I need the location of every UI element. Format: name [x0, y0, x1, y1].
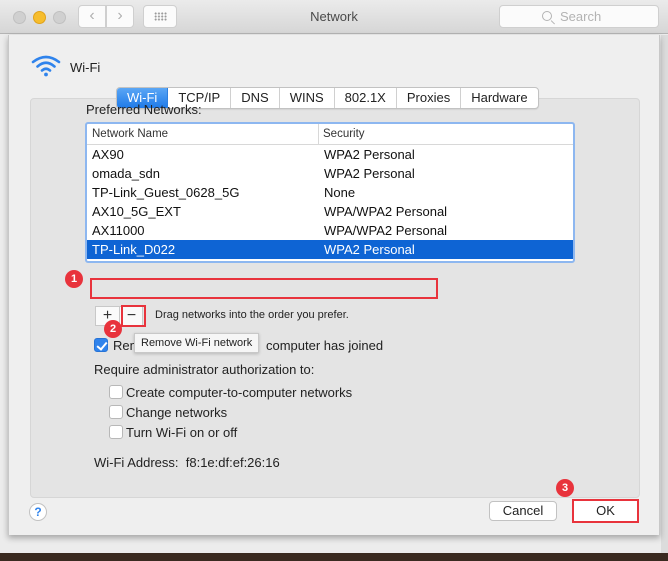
window-edge	[661, 35, 668, 553]
tab-proxies[interactable]: Proxies	[397, 88, 462, 108]
search-input[interactable]: Search	[499, 5, 659, 28]
network-name: AX90	[92, 147, 124, 162]
column-header-network-name[interactable]: Network Name	[87, 124, 319, 144]
step-badge-3: 3	[556, 479, 574, 497]
network-security: WPA/WPA2 Personal	[324, 223, 448, 238]
ok-button[interactable]: OK	[572, 499, 639, 523]
highlight-selected-row	[90, 278, 438, 299]
network-name: AX11000	[92, 223, 145, 238]
wifi-address-label: Wi-Fi Address:	[94, 455, 179, 470]
table-row[interactable]: omada_sdn WPA2 Personal	[87, 164, 573, 183]
tab-hardware[interactable]: Hardware	[461, 88, 537, 108]
change-networks-checkbox[interactable]	[109, 405, 123, 419]
interface-label: Wi-Fi	[70, 60, 101, 75]
network-security: WPA/WPA2 Personal	[324, 204, 448, 219]
help-button[interactable]: ?	[29, 503, 47, 521]
remember-networks-checkbox[interactable]	[94, 338, 108, 352]
network-name: AX10_5G_EXT	[92, 204, 181, 219]
toggle-wifi-checkbox[interactable]	[109, 425, 123, 439]
toggle-wifi-label: Turn Wi-Fi on or off	[126, 425, 238, 440]
step-badge-1: 1	[65, 270, 83, 288]
tab-wins[interactable]: WINS	[280, 88, 335, 108]
create-c2c-label: Create computer-to-computer networks	[126, 385, 353, 400]
remember-networks-label-end: computer has joined	[266, 338, 384, 353]
drag-hint: Drag networks into the order you prefer.	[155, 309, 349, 321]
wifi-address: Wi-Fi Address: f8:1e:df:ef:26:16	[94, 455, 280, 470]
table-row[interactable]: TP-Link_Guest_0628_5G None	[87, 183, 573, 202]
tab-dns[interactable]: DNS	[231, 88, 280, 108]
table-row[interactable]: AX10_5G_EXT WPA/WPA2 Personal	[87, 202, 573, 221]
wifi-icon	[31, 55, 61, 77]
admin-auth-label: Require administrator authorization to:	[94, 362, 315, 377]
network-security: WPA2 Personal	[324, 242, 415, 257]
network-security: None	[324, 185, 356, 200]
table-row[interactable]: AX11000 WPA/WPA2 Personal	[87, 221, 573, 240]
network-name: TP-Link_Guest_0628_5G	[92, 185, 240, 200]
table-row-selected[interactable]: TP-Link_D022 WPA2 Personal	[87, 240, 573, 259]
remove-tooltip: Remove Wi-Fi network	[134, 333, 260, 353]
change-networks-label: Change networks	[126, 405, 228, 420]
network-name: TP-Link_D022	[92, 242, 176, 257]
column-header-security[interactable]: Security	[319, 124, 365, 144]
search-icon	[542, 11, 552, 21]
wifi-address-value: f8:1e:df:ef:26:16	[185, 455, 280, 470]
table-header: Network Name Security	[87, 124, 573, 145]
table-row[interactable]: AX90 WPA2 Personal	[87, 145, 573, 164]
network-security: WPA2 Personal	[324, 147, 415, 162]
create-c2c-checkbox[interactable]	[109, 385, 123, 399]
preferred-networks-table[interactable]: Network Name Security AX90 WPA2 Personal…	[85, 122, 575, 263]
title-bar: ‹ › Network Search	[0, 0, 668, 34]
preferred-networks-label: Preferred Networks:	[86, 102, 202, 117]
step-badge-2: 2	[104, 320, 122, 338]
tab-8021x[interactable]: 802.1X	[335, 88, 397, 108]
cancel-button[interactable]: Cancel	[489, 501, 557, 521]
search-placeholder: Search	[560, 9, 602, 24]
network-security: WPA2 Personal	[324, 166, 415, 181]
highlight-remove-button	[121, 305, 146, 327]
network-name: omada_sdn	[92, 166, 160, 181]
